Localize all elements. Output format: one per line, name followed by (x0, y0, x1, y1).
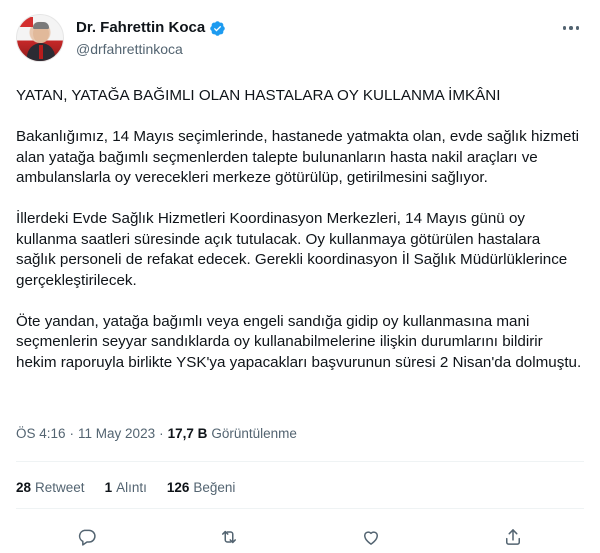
avatar[interactable] (16, 14, 64, 62)
reply-button[interactable] (74, 524, 100, 550)
likes-count: 126 (166, 480, 190, 495)
action-bar (16, 524, 584, 550)
retweets-label: Retweet (35, 480, 85, 495)
quotes-count: 1 (104, 480, 113, 495)
tweet-text: YATAN, YATAĞA BAĞIMLI OLAN HASTALARA OY … (16, 86, 584, 373)
author-info: Dr. Fahrettin Koca @drfahrettinkoca (76, 18, 226, 59)
retweets-count: 28 (16, 480, 32, 495)
tweet-paragraph: İllerdeki Evde Sağlık Hizmetleri Koordin… (16, 210, 568, 289)
divider (16, 508, 584, 509)
share-button[interactable] (500, 524, 526, 550)
views-count: 17,7 B (167, 426, 208, 441)
retweet-button[interactable] (216, 524, 242, 550)
quotes-stat[interactable]: 1 Alıntı (105, 480, 147, 495)
more-options-icon[interactable] (560, 20, 582, 36)
retweet-icon (222, 530, 236, 544)
meta-separator: · (159, 426, 164, 441)
meta-separator: · (69, 426, 75, 441)
tweet-meta: ÖS 4:16 · 11 May 2023 · 17,7 B Görüntüle… (16, 426, 297, 441)
like-icon (364, 531, 378, 545)
tweet-paragraph: Bakanlığımız, 14 Mayıs seçimlerinde, has… (16, 128, 580, 186)
likes-label: Beğeni (193, 480, 236, 495)
tweet-header: Dr. Fahrettin Koca @drfahrettinkoca (16, 14, 584, 66)
author-handle[interactable]: @drfahrettinkoca (76, 39, 226, 59)
like-button[interactable] (358, 524, 384, 550)
author-name-row[interactable]: Dr. Fahrettin Koca (76, 18, 226, 38)
tweet-date[interactable]: 11 May 2023 (78, 426, 155, 441)
tweet-time[interactable]: ÖS 4:16 (16, 426, 66, 441)
likes-stat[interactable]: 126 Beğeni (167, 480, 236, 495)
verified-badge-icon (210, 20, 225, 36)
author-display-name[interactable]: Dr. Fahrettin Koca (76, 18, 205, 38)
retweets-stat[interactable]: 28 Retweet (16, 480, 85, 495)
quotes-label: Alıntı (116, 480, 147, 495)
tweet-paragraph: Öte yandan, yatağa bağımlı veya engeli s… (16, 312, 582, 371)
views-label: Görüntülenme (211, 426, 297, 441)
share-icon (506, 529, 520, 545)
engagement-stats: 28 Retweet 1 Alıntı 126 Beğeni (16, 480, 235, 495)
flag-graphic (19, 17, 33, 27)
reply-icon (78, 529, 96, 546)
divider (16, 461, 584, 462)
tweet-paragraph: YATAN, YATAĞA BAĞIMLI OLAN HASTALARA OY … (16, 87, 501, 104)
